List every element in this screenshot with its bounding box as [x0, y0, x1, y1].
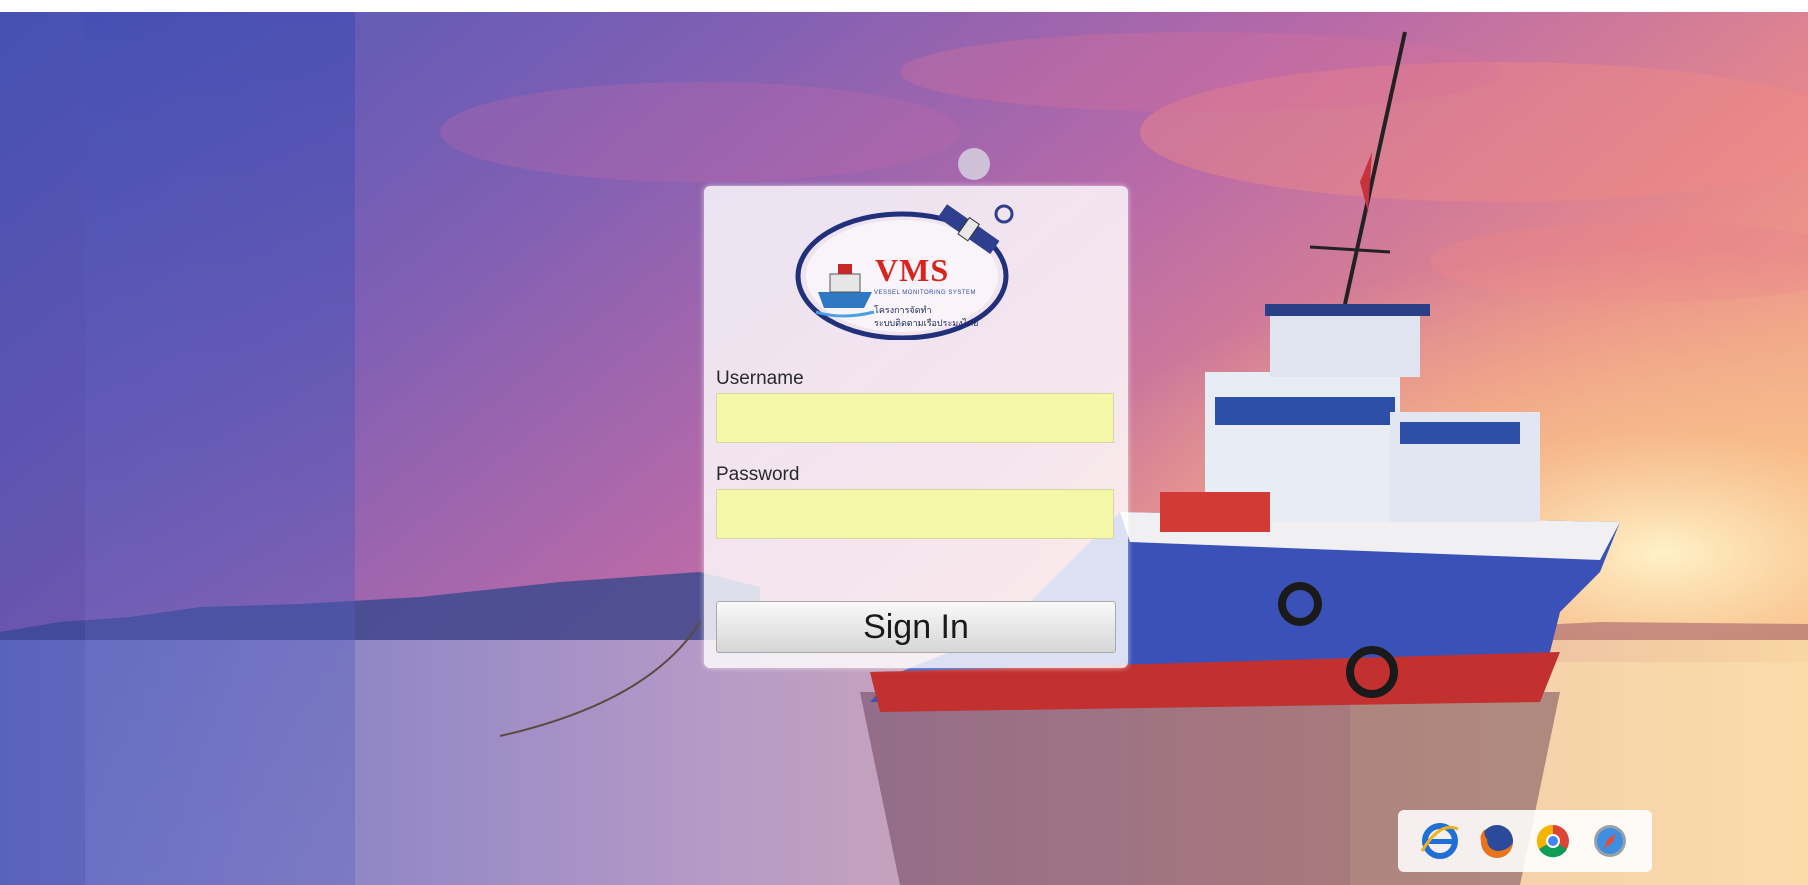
- chrome-icon[interactable]: [1533, 821, 1573, 861]
- logo-thai-line-1: โครงการจัดทำ: [874, 305, 932, 315]
- top-strip: [0, 0, 1808, 12]
- password-label: Password: [716, 464, 800, 485]
- login-page: VMS VESSEL MONITORING SYSTEM โครงการจัดท…: [0, 0, 1808, 885]
- safari-icon[interactable]: [1590, 821, 1630, 861]
- vms-logo: VMS VESSEL MONITORING SYSTEM โครงการจัดท…: [792, 200, 1042, 341]
- username-input[interactable]: [716, 393, 1114, 443]
- login-panel: VMS VESSEL MONITORING SYSTEM โครงการจัดท…: [704, 186, 1128, 668]
- sign-in-button[interactable]: Sign In: [716, 601, 1116, 653]
- password-input[interactable]: [716, 489, 1114, 539]
- supported-browsers-bar: [1398, 810, 1652, 872]
- logo-subtitle: VESSEL MONITORING SYSTEM: [874, 290, 977, 296]
- internet-explorer-icon[interactable]: [1420, 821, 1460, 861]
- logo-thai-line-2: ระบบติดตามเรือประมงไทย: [874, 318, 979, 328]
- logo-title: VMS: [875, 252, 950, 288]
- firefox-icon[interactable]: [1477, 821, 1517, 861]
- username-label: Username: [716, 368, 804, 389]
